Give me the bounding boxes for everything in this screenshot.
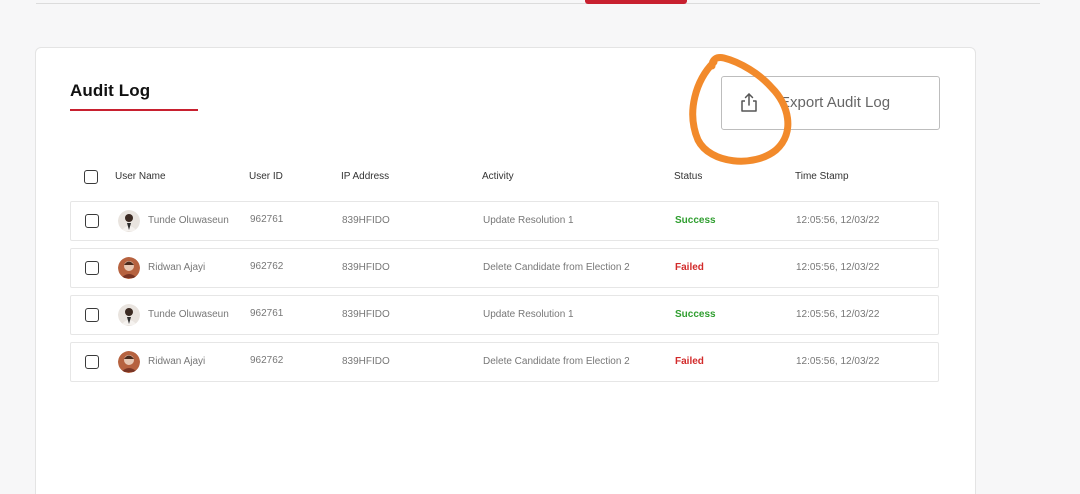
avatar (118, 210, 140, 232)
select-all-checkbox[interactable] (84, 170, 98, 184)
header-user-name: User Name (115, 171, 166, 182)
cell-user-name: Tunde Oluwaseun (148, 309, 229, 320)
header-activity: Activity (482, 171, 514, 182)
table-row[interactable]: Ridwan Ajayi 962762 839HFIDO Delete Cand… (70, 248, 939, 288)
avatar (118, 257, 140, 279)
active-tab-indicator (585, 0, 687, 4)
cell-ip-address: 839HFIDO (342, 309, 390, 320)
row-checkbox[interactable] (85, 355, 99, 369)
avatar (118, 304, 140, 326)
status-badge: Failed (675, 262, 704, 273)
cell-user-name: Tunde Oluwaseun (148, 215, 229, 226)
row-checkbox[interactable] (85, 308, 99, 322)
status-badge: Success (675, 309, 716, 320)
audit-log-card: Audit Log Export Audit Log User Name Use… (35, 47, 976, 494)
table-header: User Name User ID IP Address Activity St… (70, 168, 939, 188)
cell-user-id: 962761 (250, 308, 284, 319)
cell-activity: Delete Candidate from Election 2 (483, 356, 630, 367)
page-title: Audit Log (70, 81, 151, 100)
cell-activity: Update Resolution 1 (483, 215, 574, 226)
cell-ip-address: 839HFIDO (342, 262, 390, 273)
cell-time-stamp: 12:05:56, 12/03/22 (796, 356, 880, 367)
export-audit-log-button[interactable]: Export Audit Log (721, 76, 940, 130)
cell-ip-address: 839HFIDO (342, 215, 390, 226)
table-row[interactable]: Tunde Oluwaseun 962761 839HFIDO Update R… (70, 295, 939, 335)
cell-time-stamp: 12:05:56, 12/03/22 (796, 215, 880, 226)
header-ip-address: IP Address (341, 171, 390, 182)
cell-user-name: Ridwan Ajayi (148, 262, 206, 273)
audit-log-page: Audit Log Export Audit Log User Name Use… (0, 0, 1080, 494)
cell-user-name: Ridwan Ajayi (148, 356, 206, 367)
cell-activity: Update Resolution 1 (483, 309, 574, 320)
status-badge: Success (675, 215, 716, 226)
cell-user-id: 962762 (250, 261, 284, 272)
cell-time-stamp: 12:05:56, 12/03/22 (796, 262, 880, 273)
share-upload-icon (741, 93, 757, 112)
cell-time-stamp: 12:05:56, 12/03/22 (796, 309, 880, 320)
header-status: Status (674, 171, 703, 182)
row-checkbox[interactable] (85, 214, 99, 228)
cell-user-id: 962761 (250, 214, 284, 225)
row-checkbox[interactable] (85, 261, 99, 275)
export-button-label: Export Audit Log (780, 94, 891, 111)
header-time-stamp: Time Stamp (795, 171, 849, 182)
table-row[interactable]: Ridwan Ajayi 962762 839HFIDO Delete Cand… (70, 342, 939, 382)
cell-user-id: 962762 (250, 355, 284, 366)
table-row[interactable]: Tunde Oluwaseun 962761 839HFIDO Update R… (70, 201, 939, 241)
tab-bar-divider (36, 0, 1040, 4)
avatar (118, 351, 140, 373)
cell-ip-address: 839HFIDO (342, 356, 390, 367)
status-badge: Failed (675, 356, 704, 367)
title-underline (70, 109, 198, 111)
header-user-id: User ID (249, 171, 283, 182)
cell-activity: Delete Candidate from Election 2 (483, 262, 630, 273)
